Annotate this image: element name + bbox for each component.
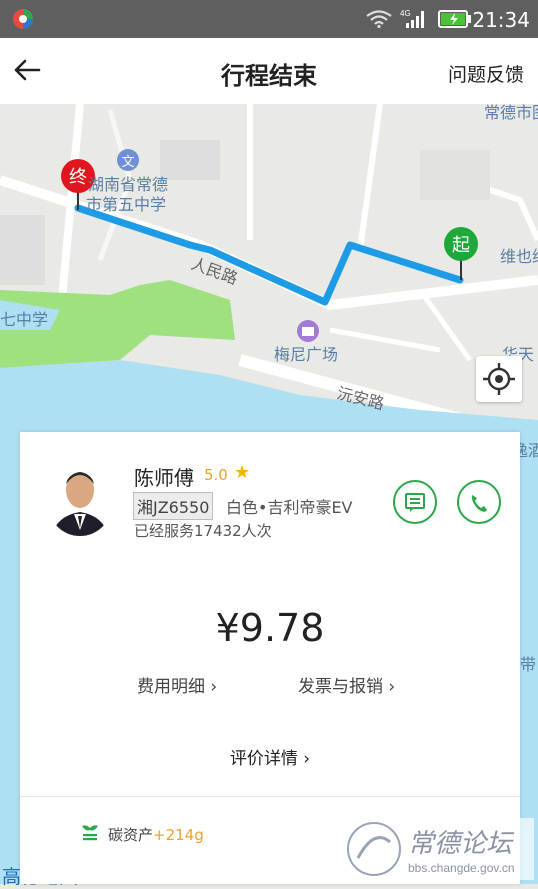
phone-icon (471, 495, 487, 512)
app-logo-icon (13, 9, 33, 29)
locate-button[interactable] (476, 356, 522, 402)
divider (20, 796, 520, 797)
feedback-button[interactable]: 问题反馈 (448, 60, 524, 87)
driver-avatar (48, 460, 112, 536)
map-label: 维也纳 (500, 247, 538, 266)
battery-icon (438, 10, 471, 28)
building-block (160, 140, 220, 180)
license-plate: 湘JZ6550 (133, 492, 214, 520)
message-icon (405, 493, 425, 512)
map-label: 梅尼广场 (274, 345, 338, 364)
call-button[interactable] (457, 480, 501, 524)
wifi-icon (366, 10, 392, 28)
crosshair-icon (483, 363, 515, 395)
service-count: 已经服务17432人次 (134, 522, 272, 540)
building-block (420, 150, 490, 200)
map-label: 湖南省常德 (88, 175, 168, 194)
map-label: 带 (520, 655, 536, 674)
carbon-asset[interactable]: 碳资产+214g (108, 824, 204, 845)
map-label: 常德市图 (484, 104, 538, 122)
star-icon: ★ (234, 462, 251, 483)
network-type: 4G (400, 9, 411, 18)
status-bar: 4G 21:34 (0, 0, 538, 38)
watermark-site: bbs.changde.gov.cn (408, 861, 515, 875)
trip-price: ¥9.78 (215, 606, 325, 650)
clock: 21:34 (472, 8, 530, 32)
building-block (0, 215, 45, 285)
message-button[interactable] (393, 480, 437, 524)
carbon-leaf-icon (82, 825, 98, 841)
car-info: 白色•吉利帝豪EV (226, 498, 353, 517)
watermark-name: 常德论坛 (408, 829, 515, 859)
end-marker-label: 终 (69, 167, 87, 188)
trip-card: 陈师傅 5.0 ★ 湘JZ6550 白色•吉利帝豪EV 已经服务17432人次 … (20, 432, 520, 884)
start-marker-label: 起 (452, 235, 470, 256)
shopping-icon (297, 320, 319, 342)
svg-text:文: 文 (121, 155, 134, 170)
fee-detail-link[interactable]: 费用明细 › (137, 672, 217, 697)
map-label: 市第五中学 (86, 195, 166, 214)
carbon-label: 碳资产 (108, 826, 154, 844)
review-detail-link[interactable]: 评价详情 › (20, 744, 520, 769)
invoice-link[interactable]: 发票与报销 › (298, 672, 395, 697)
school-icon: 文 (117, 149, 139, 171)
driver-name: 陈师傅 (134, 466, 194, 490)
signal-icon: 4G (400, 9, 424, 28)
forum-watermark: 常德论坛 bbs.changde.gov.cn (344, 818, 534, 880)
nav-bar: 行程结束 问题反馈 (0, 38, 538, 105)
driver-rating: 5.0 (204, 466, 228, 484)
carbon-value: +214g (153, 826, 204, 844)
map-label: 七中学 (0, 310, 48, 329)
